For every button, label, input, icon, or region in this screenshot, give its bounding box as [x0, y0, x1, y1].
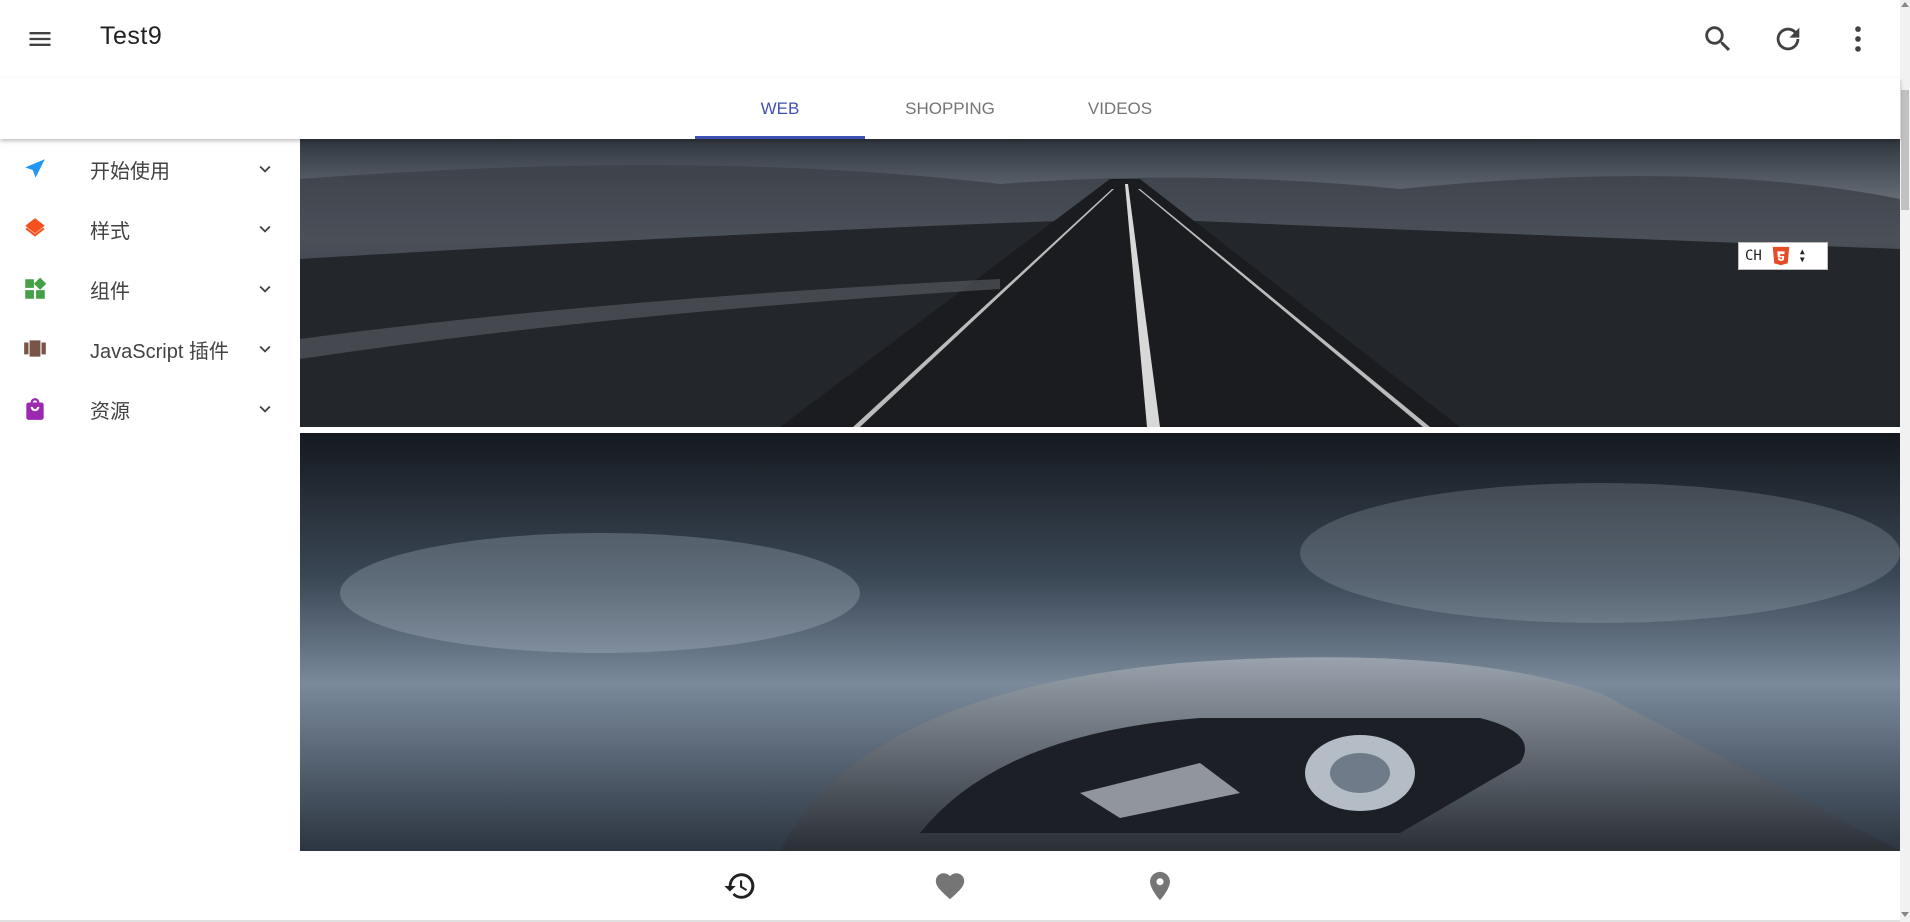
chevron-down-icon: [259, 225, 271, 233]
menu-icon[interactable]: [22, 25, 58, 53]
sidebar-item-javascript-plugins[interactable]: JavaScript 插件: [0, 319, 300, 379]
chevron-down-icon: [259, 165, 271, 173]
car-headlight-image: [300, 433, 1900, 851]
send-icon: [20, 154, 50, 184]
content-area: [300, 139, 1900, 851]
sidebar-item-label: 开始使用: [90, 160, 170, 183]
sidebar: 开始使用 样式 组件 JavaScript 插件 资源: [0, 139, 300, 922]
sidebar-item-styles[interactable]: 样式: [0, 199, 300, 259]
top-app-bar: Test9: [0, 0, 1900, 78]
road-landscape-image: [300, 139, 1900, 427]
active-tab-indicator: [695, 136, 865, 139]
tab-bar: WEB SHOPPING VIDEOS: [0, 78, 1900, 139]
sidebar-item-label: 资源: [90, 400, 130, 423]
tab-videos[interactable]: VIDEOS: [1035, 78, 1205, 139]
tab-web[interactable]: WEB: [695, 78, 865, 139]
app-title: Test9: [100, 22, 163, 50]
location-icon[interactable]: [1143, 869, 1177, 903]
chevron-down-icon: [259, 345, 271, 353]
stepper-icon[interactable]: ▲ ▼: [1800, 248, 1805, 264]
scroll-up-icon[interactable]: [1901, 2, 1909, 7]
scrollbar-thumb[interactable]: [1901, 90, 1909, 210]
html5-icon: [1770, 245, 1792, 267]
bottom-navigation: [0, 851, 1900, 922]
sidebar-item-resources[interactable]: 资源: [0, 379, 300, 439]
car-headlight-scene: [300, 433, 1900, 851]
view-carousel-icon: [20, 334, 50, 364]
chevron-down-icon: [259, 405, 271, 413]
sidebar-item-components[interactable]: 组件: [0, 259, 300, 319]
shopping-bag-icon: [20, 394, 50, 424]
scroll-down-icon[interactable]: [1901, 912, 1909, 917]
road-landscape-scene: [300, 139, 1900, 427]
refresh-icon[interactable]: [1771, 22, 1805, 56]
sidebar-item-label: JavaScript 插件: [90, 340, 229, 363]
sidebar-item-label: 样式: [90, 220, 130, 243]
more-vert-icon[interactable]: [1841, 22, 1875, 56]
badge-label: CH: [1745, 248, 1762, 264]
page-scrollbar[interactable]: [1900, 0, 1910, 922]
input-method-badge[interactable]: CH ▲ ▼: [1738, 242, 1828, 270]
chevron-down-icon: [259, 285, 271, 293]
tab-shopping[interactable]: SHOPPING: [865, 78, 1035, 139]
sidebar-item-getting-started[interactable]: 开始使用: [0, 139, 300, 199]
widgets-icon: [20, 274, 50, 304]
favorite-icon[interactable]: [933, 869, 967, 903]
layers-icon: [20, 214, 50, 244]
search-icon[interactable]: [1701, 22, 1735, 56]
history-icon[interactable]: [723, 869, 757, 903]
sidebar-item-label: 组件: [90, 280, 130, 303]
